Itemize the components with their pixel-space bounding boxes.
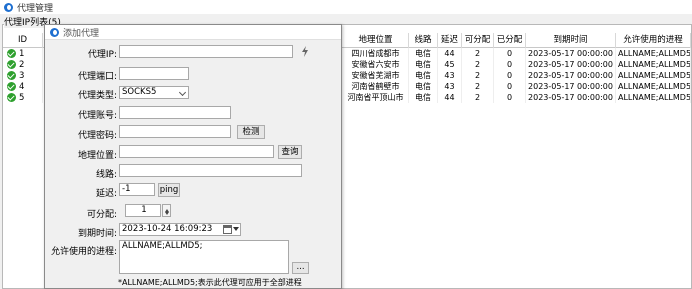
- chevron-down-icon: [178, 88, 187, 97]
- proxy-ip-input[interactable]: [119, 45, 293, 58]
- cell-line: 电信: [409, 48, 438, 59]
- expire-label: 到期时间:: [77, 229, 117, 239]
- proxy-account-label: 代理账号:: [77, 111, 117, 121]
- cell-line: 电信: [409, 81, 438, 92]
- check-circle-icon: [7, 49, 16, 58]
- allocatable-label: 可分配:: [86, 210, 117, 220]
- window-title: 代理管理: [17, 3, 54, 14]
- processes-note: *ALLNAME;ALLMD5;表示此代理可应用于全部进程: [118, 278, 302, 287]
- ping-button[interactable]: ping: [158, 183, 180, 197]
- cell-expire: 2023-05-17 00:00:00: [526, 92, 616, 103]
- proxy-account-input[interactable]: [119, 106, 231, 119]
- proxy-type-label: 代理类型:: [77, 91, 117, 101]
- cell-location: 安徽省芜湖市: [343, 70, 409, 81]
- row-id[interactable]: 5: [7, 92, 24, 103]
- proxy-type-select[interactable]: SOCKS5: [119, 86, 189, 99]
- cell-expire: 2023-05-17 00:00:00: [526, 81, 616, 92]
- location-input[interactable]: [119, 145, 274, 158]
- latency-input[interactable]: -1: [119, 183, 155, 196]
- check-circle-icon: [7, 71, 16, 80]
- add-proxy-dialog: 添加代理 代理IP: 代理端口: 代理类型: SOCKS5 代理账号: 代理密码…: [44, 24, 342, 289]
- cell-expire: 2023-05-17 00:00:00: [526, 70, 616, 81]
- cell-expire: 2023-05-17 00:00:00: [526, 48, 616, 59]
- check-button[interactable]: 检测: [237, 125, 265, 139]
- cell-allocated: 0: [494, 92, 526, 103]
- header-expire[interactable]: 到期时间: [526, 33, 616, 48]
- row-id[interactable]: 4: [7, 81, 24, 92]
- header-allocatable[interactable]: 可分配: [462, 33, 494, 48]
- cell-latency: 44: [438, 48, 462, 59]
- allocatable-spinner[interactable]: [162, 204, 171, 217]
- check-circle-icon: [7, 93, 16, 102]
- cell-allocatable: 2: [462, 81, 494, 92]
- processes-label: 允许使用的进程:: [50, 247, 117, 257]
- cell-processes: ALLNAME;ALLMD5;7;: [618, 81, 691, 92]
- proxy-password-label: 代理密码:: [77, 131, 117, 141]
- cell-latency: 44: [438, 92, 462, 103]
- cell-processes: ALLNAME;ALLMD5;5;: [618, 70, 691, 81]
- proxy-port-label: 代理端口:: [77, 72, 117, 82]
- header-latency[interactable]: 延迟: [438, 33, 462, 48]
- dropdown-arrow-icon[interactable]: [233, 227, 239, 234]
- allocatable-input[interactable]: 1: [125, 204, 161, 217]
- header-processes[interactable]: 允许使用的进程: [616, 33, 691, 48]
- window-titlebar: 代理管理: [0, 0, 692, 14]
- proxy-port-input[interactable]: [119, 67, 189, 80]
- app-icon: [50, 27, 59, 37]
- cell-processes: ALLNAME;ALLMD5;3;: [618, 59, 691, 70]
- cell-expire: 2023-05-17 00:00:00: [526, 59, 616, 70]
- check-circle-icon: [7, 60, 16, 69]
- cell-allocatable: 2: [462, 70, 494, 81]
- cell-allocated: 0: [494, 59, 526, 70]
- cell-allocated: 0: [494, 81, 526, 92]
- cell-allocatable: 2: [462, 59, 494, 70]
- row-id[interactable]: 1: [7, 48, 24, 59]
- dialog-titlebar[interactable]: 添加代理: [45, 25, 341, 40]
- location-label: 地理位置:: [77, 151, 117, 161]
- cell-line: 电信: [409, 59, 438, 70]
- cell-latency: 43: [438, 70, 462, 81]
- header-line[interactable]: 线路: [409, 33, 438, 48]
- proxy-type-value: SOCKS5: [122, 87, 157, 97]
- query-button[interactable]: 查询: [278, 145, 302, 159]
- cell-latency: 45: [438, 59, 462, 70]
- cell-location: 四川省成都市: [343, 48, 409, 59]
- proxy-password-input[interactable]: [119, 125, 231, 138]
- header-location[interactable]: 地理位置: [343, 33, 409, 48]
- cell-processes: ALLNAME;ALLMD5;1;: [618, 48, 691, 59]
- cell-latency: 43: [438, 81, 462, 92]
- header-id[interactable]: ID: [3, 33, 43, 48]
- cell-line: 电信: [409, 70, 438, 81]
- cell-allocated: 0: [494, 70, 526, 81]
- browse-button[interactable]: ...: [292, 262, 309, 274]
- cell-line: 电信: [409, 92, 438, 103]
- cell-location: 河南省鹤壁市: [343, 81, 409, 92]
- check-circle-icon: [7, 82, 16, 91]
- calendar-icon[interactable]: [223, 225, 232, 234]
- cell-processes: ALLNAME;ALLMD5;9.: [618, 92, 691, 103]
- cell-allocatable: 2: [462, 48, 494, 59]
- line-input[interactable]: [119, 164, 302, 177]
- line-label: 线路:: [95, 170, 117, 180]
- lightning-icon[interactable]: [301, 46, 309, 57]
- app-icon: [4, 2, 13, 12]
- latency-label: 延迟:: [95, 189, 117, 199]
- row-id[interactable]: 2: [7, 59, 24, 70]
- proxy-ip-label: 代理IP:: [87, 50, 117, 60]
- cell-location: 安徽省六安市: [343, 59, 409, 70]
- cell-location: 河南省平顶山市: [343, 92, 409, 103]
- dialog-title: 添加代理: [63, 28, 100, 39]
- processes-textarea[interactable]: ALLNAME;ALLMD5;: [119, 240, 289, 274]
- row-id[interactable]: 3: [7, 70, 24, 81]
- header-allocated[interactable]: 已分配: [494, 33, 526, 48]
- cell-allocatable: 2: [462, 92, 494, 103]
- cell-allocated: 0: [494, 48, 526, 59]
